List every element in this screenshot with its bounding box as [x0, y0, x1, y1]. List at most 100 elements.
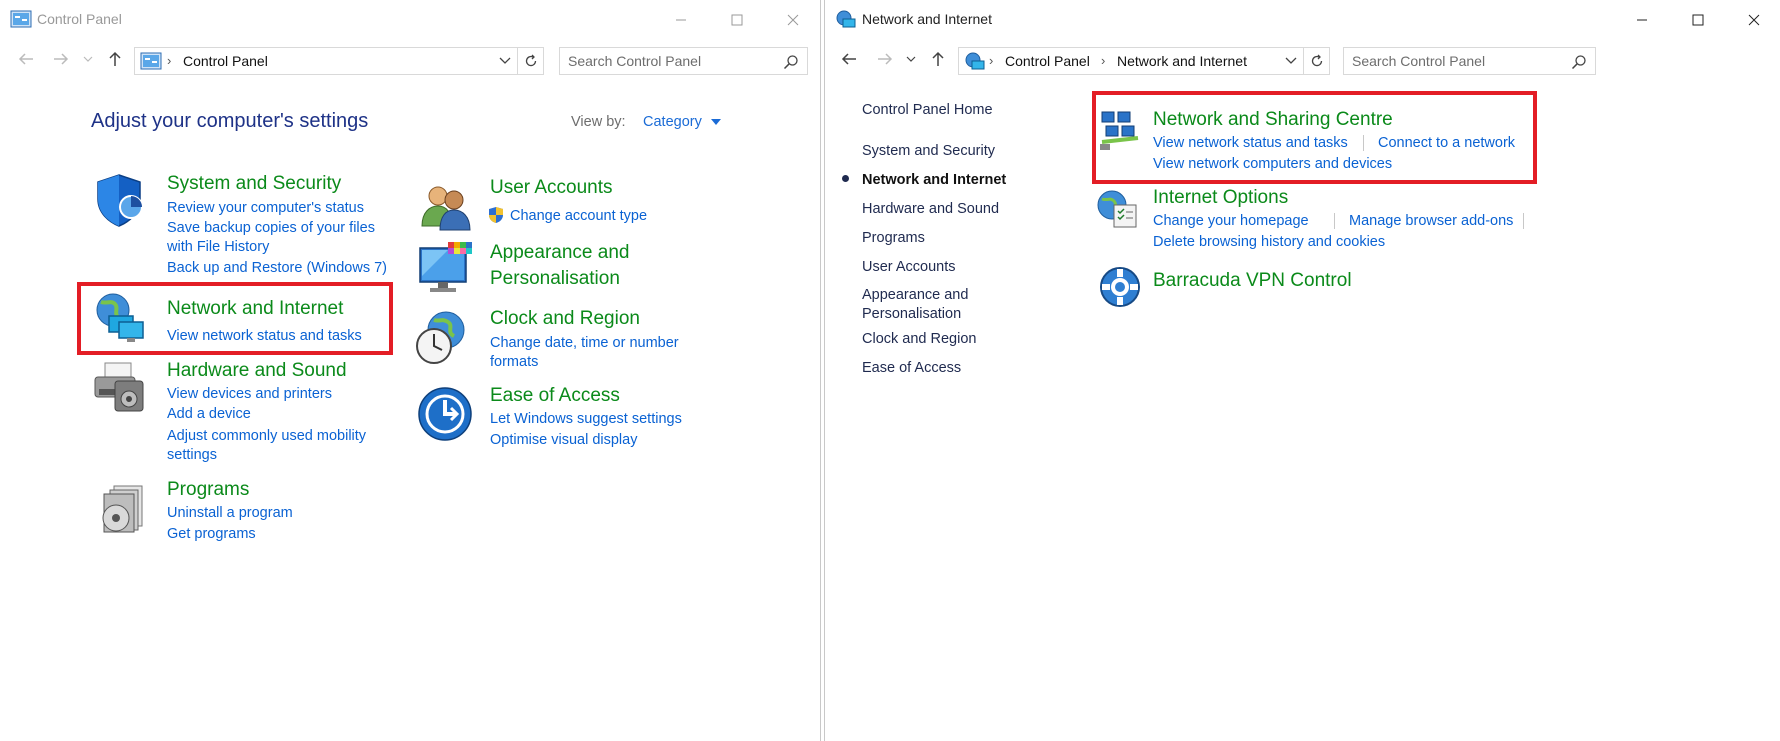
sharing-centre-icon [1100, 111, 1139, 150]
sidebar-item-ease-of-access[interactable]: Ease of Access [862, 359, 961, 377]
breadcrumb-control-panel[interactable]: Control Panel [1005, 53, 1090, 69]
forward-button[interactable] [875, 49, 895, 69]
address-dropdown[interactable] [493, 48, 517, 74]
link-uninstall-program[interactable]: Uninstall a program [167, 504, 293, 522]
network-icon [965, 52, 985, 70]
back-button[interactable] [16, 49, 36, 69]
link-change-homepage[interactable]: Change your homepage [1153, 212, 1309, 230]
section-network-sharing-centre[interactable]: Network and Sharing Centre [1153, 108, 1393, 132]
search-input[interactable] [568, 51, 766, 71]
search-input[interactable] [1352, 51, 1553, 71]
category-programs[interactable]: Programs [167, 478, 249, 502]
link-mobility-settings-cont[interactable]: settings [167, 446, 217, 464]
back-arrow-icon [18, 53, 33, 65]
link-view-devices[interactable]: View devices and printers [167, 385, 332, 403]
link-get-programs[interactable]: Get programs [167, 525, 256, 543]
refresh-button[interactable] [517, 48, 543, 74]
sidebar-item-appearance-cont[interactable]: Personalisation [862, 305, 961, 323]
up-button[interactable] [105, 49, 125, 69]
link-separator [1523, 213, 1524, 229]
refresh-icon [525, 54, 536, 67]
link-add-device[interactable]: Add a device [167, 405, 251, 423]
link-save-backup[interactable]: Save backup copies of your files [167, 219, 375, 237]
maximize-icon [731, 14, 743, 26]
chevron-down-icon [83, 56, 93, 62]
link-mobility-settings[interactable]: Adjust commonly used mobility [167, 427, 366, 445]
minimize-button[interactable] [655, 0, 707, 40]
address-bar[interactable]: › Control Panel [134, 47, 544, 75]
section-internet-options[interactable]: Internet Options [1153, 186, 1288, 210]
navigation-bar: › Control Panel › Network and Internet [825, 42, 1780, 78]
search-icon [783, 55, 798, 70]
category-appearance-line1[interactable]: Appearance and [490, 241, 629, 265]
address-dropdown[interactable] [1279, 48, 1303, 74]
link-manage-add-ons[interactable]: Manage browser add-ons [1349, 212, 1513, 230]
category-system-security[interactable]: System and Security [167, 172, 341, 196]
navigation-bar: › Control Panel [0, 42, 820, 78]
minimize-icon [1637, 19, 1647, 21]
link-change-account-type[interactable]: Change account type [510, 207, 647, 225]
maximize-icon [1692, 14, 1704, 26]
link-save-backup-cont[interactable]: with File History [167, 238, 269, 256]
link-backup-restore[interactable]: Back up and Restore (Windows 7) [167, 259, 387, 277]
maximize-button[interactable] [711, 0, 763, 40]
search-box[interactable] [1343, 47, 1596, 75]
link-change-date-formats-cont[interactable]: formats [490, 353, 538, 371]
link-delete-browsing-history[interactable]: Delete browsing history and cookies [1153, 233, 1385, 251]
sidebar-item-hardware-sound[interactable]: Hardware and Sound [862, 200, 999, 218]
breadcrumb-network-internet[interactable]: Network and Internet [1117, 53, 1247, 69]
maximize-button[interactable] [1672, 0, 1724, 40]
users-icon [421, 186, 471, 231]
category-user-accounts[interactable]: User Accounts [490, 176, 613, 200]
link-view-network-computers[interactable]: View network computers and devices [1153, 155, 1392, 173]
control-panel-icon [140, 52, 162, 70]
category-network-internet[interactable]: Network and Internet [167, 297, 343, 321]
uac-shield-icon [489, 207, 503, 223]
search-box[interactable] [559, 47, 808, 75]
view-by-dropdown[interactable]: Category [643, 114, 702, 130]
sidebar-item-clock-region[interactable]: Clock and Region [862, 330, 976, 348]
category-appearance-line2[interactable]: Personalisation [490, 267, 620, 291]
printer-icon [94, 362, 144, 412]
link-review-status[interactable]: Review your computer's status [167, 199, 364, 217]
link-view-network-status[interactable]: View network status and tasks [167, 327, 362, 345]
clock-globe-icon [416, 311, 465, 364]
title-bar: Control Panel [0, 0, 820, 40]
up-arrow-icon [109, 51, 121, 66]
category-hardware-sound[interactable]: Hardware and Sound [167, 359, 347, 383]
minimize-button[interactable] [1616, 0, 1668, 40]
recent-locations-button[interactable] [905, 49, 917, 69]
view-by-label: View by: [571, 114, 626, 130]
link-optimise-display[interactable]: Optimise visual display [490, 431, 637, 449]
link-windows-suggest[interactable]: Let Windows suggest settings [490, 410, 682, 428]
recent-locations-button[interactable] [82, 49, 94, 69]
category-clock-region[interactable]: Clock and Region [490, 307, 640, 331]
network-internet-window: Network and Internet › Control Panel › N… [824, 0, 1780, 741]
back-button[interactable] [839, 49, 859, 69]
sidebar-item-user-accounts[interactable]: User Accounts [862, 258, 956, 276]
chevron-down-icon [499, 57, 511, 64]
link-separator [1363, 135, 1364, 151]
sidebar-item-home[interactable]: Control Panel Home [862, 101, 993, 119]
breadcrumb-control-panel[interactable]: Control Panel [183, 53, 268, 69]
sidebar-item-system-security[interactable]: System and Security [862, 142, 995, 160]
up-button[interactable] [928, 49, 948, 69]
back-arrow-icon [841, 53, 856, 65]
caret-down-icon[interactable] [711, 119, 721, 125]
forward-button[interactable] [51, 49, 71, 69]
address-bar[interactable]: › Control Panel › Network and Internet [958, 47, 1330, 75]
refresh-icon [1311, 54, 1322, 67]
close-button[interactable] [1728, 0, 1780, 40]
window-title: Network and Internet [862, 11, 992, 27]
sidebar-item-appearance[interactable]: Appearance and [862, 286, 968, 304]
link-connect-to-network[interactable]: Connect to a network [1378, 134, 1515, 152]
refresh-button[interactable] [1303, 48, 1329, 74]
section-barracuda-vpn[interactable]: Barracuda VPN Control [1153, 269, 1352, 293]
sidebar-item-programs[interactable]: Programs [862, 229, 925, 247]
close-button[interactable] [767, 0, 819, 40]
link-view-network-status[interactable]: View network status and tasks [1153, 134, 1348, 152]
link-change-date-formats[interactable]: Change date, time or number [490, 334, 679, 352]
chevron-down-icon [906, 56, 916, 62]
sidebar-item-network-internet[interactable]: Network and Internet [862, 171, 1006, 189]
category-ease-of-access[interactable]: Ease of Access [490, 384, 620, 408]
